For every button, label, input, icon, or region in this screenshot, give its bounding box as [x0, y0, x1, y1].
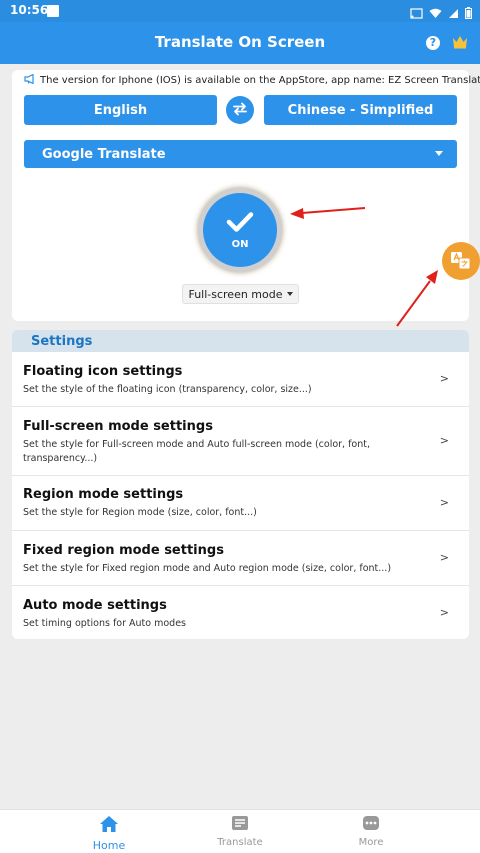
swap-languages-button[interactable]	[226, 96, 254, 124]
bottom-navigation: Home Translate More	[0, 809, 480, 853]
battery-icon	[465, 4, 472, 23]
setting-title: Full-screen mode settings	[23, 419, 213, 434]
chevron-right-icon: >	[439, 434, 449, 447]
power-toggle-button[interactable]: ON	[198, 188, 282, 272]
setting-full-screen-mode[interactable]: Full-screen mode settings Set the style …	[12, 407, 469, 476]
mode-select-label: Full-screen mode	[188, 287, 283, 301]
target-language-button[interactable]: Chinese - Simplified	[264, 95, 457, 125]
more-icon	[362, 815, 380, 835]
translation-engine-label: Google Translate	[42, 146, 166, 162]
chevron-right-icon: >	[439, 496, 449, 509]
setting-description: Set the style for Fixed region mode and …	[23, 563, 392, 574]
ios-notice[interactable]: The version for Iphone (IOS) is availabl…	[24, 73, 480, 87]
nav-home[interactable]: Home	[69, 815, 149, 852]
checkmark-icon	[226, 211, 254, 237]
nav-home-label: Home	[92, 839, 126, 852]
setting-description: Set the style for Full-screen mode and A…	[23, 439, 371, 464]
app-title: Translate On Screen	[154, 33, 326, 51]
power-toggle-inner: ON	[203, 193, 277, 267]
status-time: 10:56	[10, 3, 49, 17]
power-state-label: ON	[231, 238, 249, 250]
setting-title: Region mode settings	[23, 487, 184, 502]
setting-floating-icon[interactable]: Floating icon settings Set the style of …	[12, 352, 469, 407]
translation-card: The version for Iphone (IOS) is availabl…	[12, 70, 480, 321]
ios-notice-text: The version for Iphone (IOS) is availabl…	[40, 75, 480, 86]
setting-description: Set the style of the floating icon (tran…	[23, 384, 312, 395]
setting-title: Auto mode settings	[23, 598, 167, 613]
caret-down-icon	[286, 292, 293, 296]
chevron-right-icon: >	[439, 551, 449, 564]
help-icon[interactable]: ?	[426, 36, 440, 50]
translation-engine-select[interactable]: Google Translate	[24, 140, 457, 168]
chevron-right-icon: >	[439, 372, 449, 385]
setting-auto-mode[interactable]: Auto mode settings Set timing options fo…	[12, 586, 469, 639]
settings-panel: Settings Floating icon settings Set the …	[12, 330, 469, 639]
nav-more[interactable]: More	[331, 815, 411, 848]
setting-title: Floating icon settings	[23, 364, 183, 379]
chevron-right-icon: >	[439, 605, 449, 619]
nav-more-label: More	[358, 837, 384, 848]
signal-icon	[448, 4, 459, 23]
floating-translator-icon[interactable]	[442, 242, 480, 280]
setting-description: Set the style for Region mode (size, col…	[23, 507, 257, 518]
nav-translate-label: Translate	[217, 837, 263, 848]
setting-title: Fixed region mode settings	[23, 543, 224, 558]
mode-select[interactable]: Full-screen mode	[182, 284, 299, 304]
translate-icon	[231, 815, 249, 835]
notification-icon	[47, 5, 59, 17]
setting-description: Set timing options for Auto modes	[23, 618, 187, 629]
crown-icon[interactable]	[452, 34, 468, 53]
home-icon	[99, 815, 119, 837]
setting-region-mode[interactable]: Region mode settings Set the style for R…	[12, 476, 469, 531]
wifi-icon	[429, 4, 442, 23]
status-icons	[410, 4, 472, 23]
megaphone-icon	[24, 73, 36, 87]
app-bar: Translate On Screen ?	[0, 22, 480, 64]
nav-translate[interactable]: Translate	[200, 815, 280, 848]
swap-icon	[232, 101, 248, 120]
source-language-button[interactable]: English	[24, 95, 217, 125]
settings-header: Settings	[12, 330, 469, 352]
status-bar: 10:56	[0, 0, 480, 22]
caret-down-icon	[435, 151, 443, 156]
setting-fixed-region-mode[interactable]: Fixed region mode settings Set the style…	[12, 531, 469, 586]
cast-icon	[410, 4, 423, 23]
